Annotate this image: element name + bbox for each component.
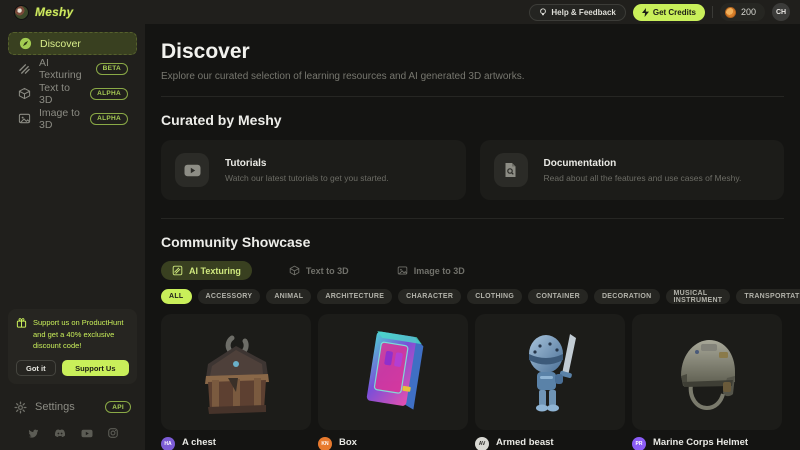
filter-transportation[interactable]: TRANSPORTATION <box>736 289 800 304</box>
showcase-tabs: AI Texturing Text to 3D Image to 3D <box>161 261 784 280</box>
settings-label: Settings <box>35 401 75 413</box>
model-title[interactable]: Box <box>339 437 371 449</box>
sidebar-item-label: Discover <box>40 38 81 50</box>
get-credits-label: Get Credits <box>653 8 696 17</box>
model-title[interactable]: Marine Corps Helmet <box>653 437 748 449</box>
filter-clothing[interactable]: CLOTHING <box>467 289 522 304</box>
sidebar-item-label: Image to 3D <box>39 107 82 131</box>
showcase-gallery: HA A chest Hannah <box>161 314 784 450</box>
get-credits-button[interactable]: Get Credits <box>633 4 705 21</box>
support-us-button[interactable]: Support Us <box>62 360 129 376</box>
social-links <box>8 418 137 442</box>
coin-icon <box>725 7 736 18</box>
instagram-icon[interactable] <box>108 428 118 438</box>
tab-label: AI Texturing <box>189 266 241 276</box>
sidebar-item-label: AI Texturing <box>39 57 88 81</box>
sidebar-item-ai-texturing[interactable]: AI Texturing BETA <box>8 57 137 80</box>
alpha-badge: ALPHA <box>90 88 128 100</box>
author-avatar[interactable]: KN <box>318 437 332 450</box>
model-title[interactable]: A chest <box>182 437 216 449</box>
author-avatar[interactable]: AV <box>475 437 489 450</box>
meshy-logo-icon <box>14 5 29 20</box>
filter-musical-instrument[interactable]: MUSICAL INSTRUMENT <box>666 289 731 304</box>
topbar: Meshy Help & Feedback Get Credits 200 CH <box>0 0 800 24</box>
main-content: Discover Explore our curated selection o… <box>145 24 800 450</box>
beta-badge: BETA <box>96 63 128 75</box>
sidebar-item-image-to-3d[interactable]: Image to 3D ALPHA <box>8 107 137 130</box>
curated-card-title: Documentation <box>544 158 742 169</box>
youtube-play-icon <box>175 153 209 187</box>
sidebar-item-discover[interactable]: Discover <box>8 32 137 55</box>
meshy-app: Meshy Help & Feedback Get Credits 200 CH <box>0 0 800 450</box>
filter-container[interactable]: CONTAINER <box>528 289 588 304</box>
gear-icon <box>14 401 27 414</box>
showcase-item-armed-beast: AV Armed beast AVAR <box>475 314 625 450</box>
filter-accessory[interactable]: ACCESSORY <box>198 289 261 304</box>
filter-architecture[interactable]: ARCHITECTURE <box>317 289 392 304</box>
cube-icon <box>289 265 300 276</box>
curated-heading: Curated by Meshy <box>161 112 784 128</box>
image-icon <box>17 112 31 126</box>
document-search-icon <box>494 153 528 187</box>
user-avatar[interactable]: CH <box>772 3 790 21</box>
showcase-item-marine-corps-helmet: PR Marine Corps Helmet Proton <box>632 314 782 450</box>
showcase-item-box: KN Box Knight42 <box>318 314 468 450</box>
tab-ai-texturing[interactable]: AI Texturing <box>161 261 252 280</box>
texture-brush-icon <box>17 62 31 76</box>
model-thumbnail-box[interactable] <box>318 314 468 430</box>
filter-decoration[interactable]: DECORATION <box>594 289 660 304</box>
credits-balance[interactable]: 200 <box>720 3 765 21</box>
help-feedback-label: Help & Feedback <box>551 8 615 17</box>
got-it-button[interactable]: Got it <box>16 360 56 376</box>
youtube-icon[interactable] <box>81 429 93 438</box>
page-subtitle: Explore our curated selection of learnin… <box>161 71 784 82</box>
promo-text: Support us on ProductHunt and get a 40% … <box>33 317 129 352</box>
tutorials-card[interactable]: Tutorials Watch our latest tutorials to … <box>161 140 466 200</box>
filter-animal[interactable]: ANIMAL <box>266 289 311 304</box>
gift-icon <box>16 317 27 352</box>
credits-count: 200 <box>741 7 756 17</box>
filter-all[interactable]: ALL <box>161 289 192 304</box>
api-badge: API <box>105 401 131 413</box>
tab-label: Text to 3D <box>306 266 349 276</box>
category-filters: ALL ACCESSORY ANIMAL ARCHITECTURE CHARAC… <box>161 289 784 304</box>
sidebar-item-label: Text to 3D <box>39 82 82 106</box>
alpha-badge: ALPHA <box>90 113 128 125</box>
producthunt-promo-card: Support us on ProductHunt and get a 40% … <box>8 309 137 384</box>
lightning-icon <box>642 8 649 17</box>
model-thumbnail-chest[interactable] <box>161 314 311 430</box>
curated-card-title: Tutorials <box>225 158 389 169</box>
tab-image-to-3d[interactable]: Image to 3D <box>386 261 476 280</box>
texture-brush-icon <box>172 265 183 276</box>
help-feedback-button[interactable]: Help & Feedback <box>529 4 625 21</box>
model-thumbnail-armed-beast[interactable] <box>475 314 625 430</box>
filter-character[interactable]: CHARACTER <box>398 289 461 304</box>
brand[interactable]: Meshy <box>14 5 73 20</box>
topbar-separator <box>712 6 713 18</box>
sidebar: Discover AI Texturing BETA Text to 3D AL… <box>0 24 145 450</box>
page-title: Discover <box>161 40 784 64</box>
tab-label: Image to 3D <box>414 266 465 276</box>
curated-card-desc: Watch our latest tutorials to get you st… <box>225 173 389 183</box>
cube-icon <box>17 87 31 101</box>
brand-name: Meshy <box>35 5 73 19</box>
sidebar-item-text-to-3d[interactable]: Text to 3D ALPHA <box>8 82 137 105</box>
divider <box>161 218 784 219</box>
image-icon <box>397 265 408 276</box>
twitter-icon[interactable] <box>28 428 39 438</box>
divider <box>161 96 784 97</box>
documentation-card[interactable]: Documentation Read about all the feature… <box>480 140 785 200</box>
showcase-heading: Community Showcase <box>161 234 784 250</box>
model-title[interactable]: Armed beast <box>496 437 554 449</box>
tab-text-to-3d[interactable]: Text to 3D <box>278 261 360 280</box>
lightbulb-icon <box>539 8 547 16</box>
author-avatar[interactable]: PR <box>632 437 646 450</box>
sidebar-item-settings[interactable]: Settings API <box>8 396 137 418</box>
showcase-item-a-chest: HA A chest Hannah <box>161 314 311 450</box>
discord-icon[interactable] <box>54 429 66 438</box>
curated-card-desc: Read about all the features and use case… <box>544 173 742 183</box>
model-thumbnail-helmet[interactable] <box>632 314 782 430</box>
author-avatar[interactable]: HA <box>161 437 175 450</box>
discover-compass-icon <box>18 37 32 51</box>
